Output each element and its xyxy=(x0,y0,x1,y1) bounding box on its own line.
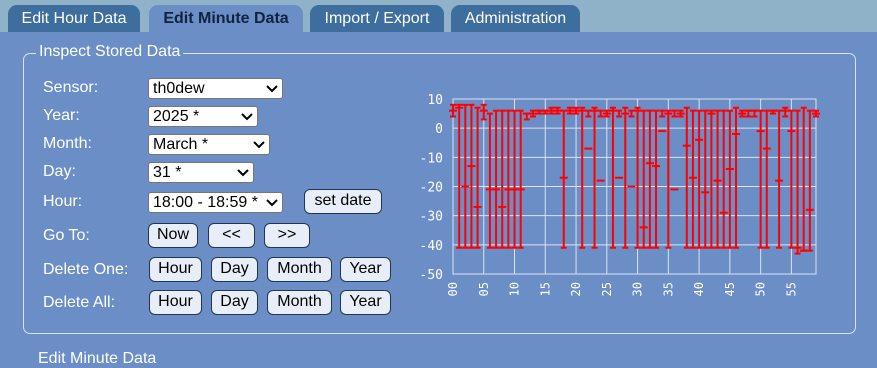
year-value: 2025 * xyxy=(153,108,200,125)
x-tick-label: 30 xyxy=(631,282,645,296)
x-tick-label: 40 xyxy=(692,282,706,296)
y-tick-label: -40 xyxy=(420,239,443,254)
tab-import-export[interactable]: Import / Export xyxy=(310,5,444,32)
x-tick-label: 15 xyxy=(538,282,552,296)
x-axis-ticks: 00 05 10 15 20 25 30 35 40 45 50 55 xyxy=(446,282,798,296)
x-tick-label: 45 xyxy=(723,282,737,296)
x-tick-label: 10 xyxy=(508,282,522,296)
sensor-label: Sensor: xyxy=(43,79,99,96)
delete-all-label: Delete All: xyxy=(43,294,116,311)
y-tick-label: -20 xyxy=(420,181,443,196)
x-tick-label: 20 xyxy=(569,282,583,296)
edit-minute-data-section-title: Edit Minute Data xyxy=(38,350,157,367)
tab-bar: Edit Hour Data Edit Minute Data Import /… xyxy=(0,0,877,32)
delete-one-day-button[interactable]: Day xyxy=(211,257,258,282)
year-label: Year: xyxy=(43,107,80,124)
next-button[interactable]: >> xyxy=(264,223,310,248)
goto-label: Go To: xyxy=(43,227,90,244)
chevron-down-icon xyxy=(253,141,265,149)
tab-administration[interactable]: Administration xyxy=(451,5,580,32)
delete-one-hour-button[interactable]: Hour xyxy=(149,257,202,282)
day-label: Day: xyxy=(43,163,76,180)
delete-all-year-button[interactable]: Year xyxy=(340,290,391,315)
chevron-down-icon xyxy=(266,85,278,93)
x-tick-label: 05 xyxy=(477,282,491,296)
y-tick-label: -50 xyxy=(420,268,443,283)
x-tick-label: 35 xyxy=(661,282,675,296)
set-date-button[interactable]: set date xyxy=(304,189,382,214)
month-select[interactable]: March * xyxy=(148,134,270,155)
delete-all-hour-button[interactable]: Hour xyxy=(149,290,202,315)
sensor-value: th0dew xyxy=(153,80,205,97)
chevron-down-icon xyxy=(266,199,278,207)
delete-one-label: Delete One: xyxy=(43,261,129,278)
year-select[interactable]: 2025 * xyxy=(148,106,258,127)
chart-series xyxy=(449,103,820,255)
minute-data-chart: 10 0 -10 -20 -30 -40 -50 00 05 10 15 20 25 30 35 40 45 5… xyxy=(420,93,820,296)
delete-all-day-button[interactable]: Day xyxy=(211,290,258,315)
sensor-select[interactable]: th0dew xyxy=(148,78,283,99)
previous-button[interactable]: << xyxy=(208,223,255,248)
x-tick-label: 00 xyxy=(446,282,460,296)
hour-select[interactable]: 18:00 - 18:59 * xyxy=(148,192,283,213)
y-tick-label: -10 xyxy=(420,151,443,166)
month-value: March * xyxy=(153,136,209,153)
tab-edit-minute-data[interactable]: Edit Minute Data xyxy=(149,5,303,32)
hour-label: Hour: xyxy=(43,193,83,210)
x-tick-label: 25 xyxy=(600,282,614,296)
y-tick-label: 0 xyxy=(435,122,443,137)
panel-legend: Inspect Stored Data xyxy=(36,43,184,61)
chevron-down-icon xyxy=(237,169,249,177)
delete-one-month-button[interactable]: Month xyxy=(267,257,332,282)
y-tick-label: 10 xyxy=(427,93,443,108)
day-value: 31 * xyxy=(153,164,182,181)
month-label: Month: xyxy=(43,135,92,152)
tab-edit-hour-data[interactable]: Edit Hour Data xyxy=(8,5,140,32)
delete-one-year-button[interactable]: Year xyxy=(340,257,391,282)
day-select[interactable]: 31 * xyxy=(148,162,254,183)
y-tick-label: -30 xyxy=(420,210,443,225)
hour-value: 18:00 - 18:59 * xyxy=(153,194,258,211)
x-tick-label: 55 xyxy=(784,282,798,296)
y-axis-ticks: 10 0 -10 -20 -30 -40 -50 xyxy=(420,93,443,283)
delete-all-month-button[interactable]: Month xyxy=(267,290,332,315)
now-button[interactable]: Now xyxy=(148,223,198,248)
x-tick-label: 50 xyxy=(754,282,768,296)
chevron-down-icon xyxy=(241,113,253,121)
